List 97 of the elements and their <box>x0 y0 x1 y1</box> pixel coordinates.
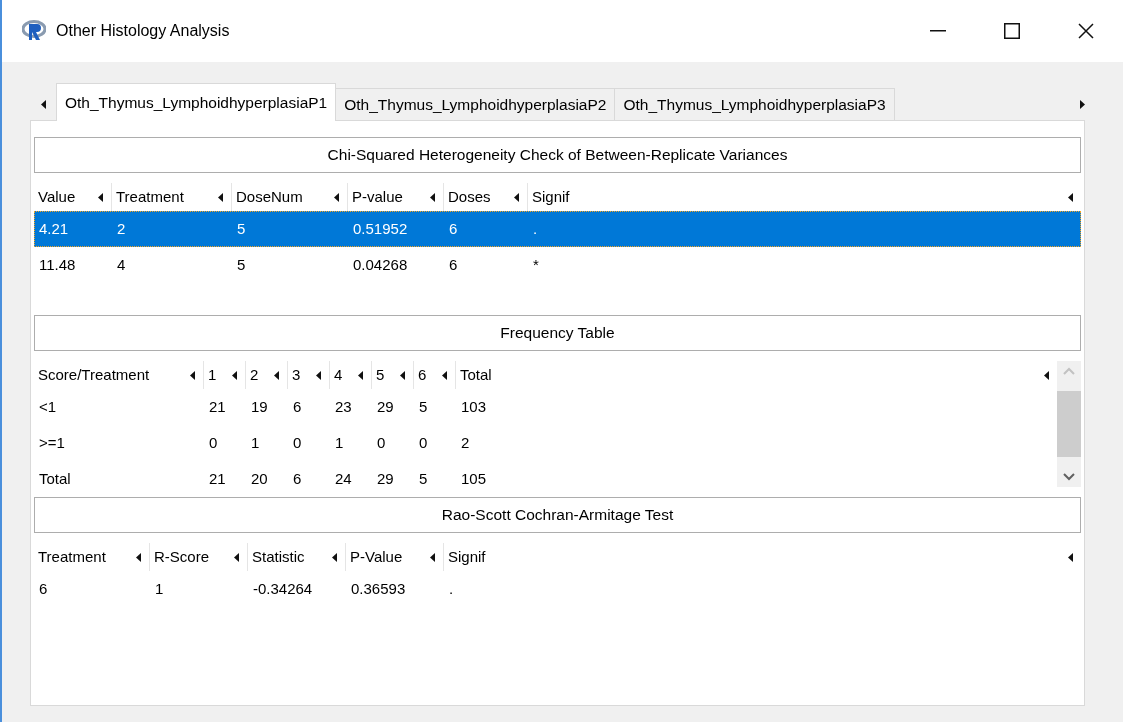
table-cell: 0.04268 <box>353 255 408 273</box>
table-cell: 5 <box>237 255 246 273</box>
table-cell: 4 <box>117 255 126 273</box>
table-cell: 6 <box>449 255 458 273</box>
tab[interactable]: Oth_Thymus_LymphoidhyperplasiaP2 <box>336 88 616 120</box>
caret-right-icon <box>1079 99 1085 109</box>
column-header[interactable]: 2 <box>246 361 288 389</box>
table-cell: 21 <box>209 469 226 487</box>
sort-arrow-icon <box>98 192 103 202</box>
table-row[interactable]: Total 21 20 6 24 29 5 105 <box>34 461 1057 497</box>
table-cell: 0.36593 <box>351 579 406 597</box>
table-cell: 0 <box>377 433 386 451</box>
column-header[interactable]: Statistic <box>248 543 346 571</box>
r-logo-icon <box>22 20 46 42</box>
table-row[interactable]: 6 1 -0.34264 0.36593 . <box>34 571 1081 607</box>
scrollbar[interactable] <box>1057 361 1081 487</box>
table-cell: 19 <box>251 397 268 415</box>
table-cell: 0 <box>419 433 428 451</box>
scroll-down-icon[interactable] <box>1063 473 1075 481</box>
column-header[interactable]: 4 <box>330 361 372 389</box>
sort-arrow-icon <box>1044 370 1049 380</box>
table-cell: 24 <box>335 469 352 487</box>
table-cell: 6 <box>293 469 302 487</box>
sort-arrow-icon <box>136 552 141 562</box>
table-row[interactable]: 11.48 4 5 0.04268 6 * <box>34 247 1081 283</box>
table-cell: * <box>533 255 539 273</box>
table-row[interactable]: >=1 0 1 0 1 0 0 2 <box>34 425 1057 461</box>
table-cell: 0 <box>209 433 218 451</box>
sort-arrow-icon <box>274 370 279 380</box>
sort-arrow-icon <box>190 370 195 380</box>
table-cell: 1 <box>251 433 260 451</box>
maximize-icon <box>1004 23 1020 39</box>
section-title: Chi-Squared Heterogeneity Check of Between-Replicate Variances <box>34 137 1081 173</box>
table-cell: 29 <box>377 397 394 415</box>
section-title: Frequency Table <box>34 315 1081 351</box>
sort-arrow-icon <box>430 192 435 202</box>
sort-arrow-icon <box>1068 192 1073 202</box>
table-cell: 105 <box>461 469 487 487</box>
tab[interactable]: Oth_Thymus_LymphoidhyperplasiaP3 <box>615 88 895 120</box>
table-cell: Total <box>39 469 71 487</box>
sort-arrow-icon <box>232 370 237 380</box>
sort-arrow-icon <box>234 552 239 562</box>
table-row[interactable]: 4.21 2 5 0.51952 6 . <box>34 211 1081 247</box>
column-header[interactable]: 6 <box>414 361 456 389</box>
scrollbar-thumb[interactable] <box>1057 391 1081 457</box>
sort-arrow-icon <box>316 370 321 380</box>
window-title: Other Histology Analysis <box>56 21 230 41</box>
column-header[interactable]: Score/Treatment <box>34 361 204 389</box>
column-header[interactable]: 5 <box>372 361 414 389</box>
column-header[interactable]: Treatment <box>34 543 150 571</box>
tab[interactable]: Oth_Thymus_LymphoidhyperplasiaP1 <box>56 83 337 121</box>
table-cell: 6 <box>449 219 458 237</box>
sort-arrow-icon <box>218 192 223 202</box>
table-cell: 11.48 <box>39 255 76 273</box>
table-cell: 2 <box>461 433 470 451</box>
table-cell: 5 <box>419 397 428 415</box>
scroll-up-icon[interactable] <box>1063 367 1075 375</box>
table-cell: 0 <box>293 433 302 451</box>
table-cell: 29 <box>377 469 394 487</box>
sort-arrow-icon <box>400 370 405 380</box>
table-cell: 1 <box>335 433 344 451</box>
table-cell: 2 <box>117 219 126 237</box>
column-header[interactable]: P-Value <box>346 543 444 571</box>
sort-arrow-icon <box>358 370 363 380</box>
sort-arrow-icon <box>332 552 337 562</box>
column-header[interactable]: Total <box>456 361 1057 389</box>
close-icon <box>1078 23 1094 39</box>
sort-arrow-icon <box>1068 552 1073 562</box>
table-cell: 5 <box>419 469 428 487</box>
table-cell: 1 <box>155 579 164 597</box>
table-row[interactable]: <1 21 19 6 23 29 5 103 <box>34 389 1057 425</box>
table-cell: . <box>449 579 454 597</box>
section-title: Rao-Scott Cochran-Armitage Test <box>34 497 1081 533</box>
minimize-icon <box>930 30 946 32</box>
table-cell: 20 <box>251 469 268 487</box>
column-header[interactable]: 1 <box>204 361 246 389</box>
column-header[interactable]: Signif <box>444 543 1081 571</box>
table-cell: 4.21 <box>39 219 69 237</box>
table-cell: 6 <box>293 397 302 415</box>
caret-left-icon <box>40 99 46 109</box>
table-cell: 23 <box>335 397 352 415</box>
table-cell: . <box>533 219 538 237</box>
table-cell: <1 <box>39 397 57 415</box>
table-cell: -0.34264 <box>253 579 313 597</box>
column-header[interactable]: 3 <box>288 361 330 389</box>
sort-arrow-icon <box>334 192 339 202</box>
table-cell: 103 <box>461 397 487 415</box>
sort-arrow-icon <box>430 552 435 562</box>
sort-arrow-icon <box>442 370 447 380</box>
table-cell: 5 <box>237 219 246 237</box>
table-cell: 0.51952 <box>353 219 408 237</box>
column-header[interactable]: R-Score <box>150 543 248 571</box>
sort-arrow-icon <box>514 192 519 202</box>
table-cell: 6 <box>39 579 48 597</box>
table-cell: 21 <box>209 397 226 415</box>
column-header[interactable]: Signif <box>528 183 1081 211</box>
table-cell: >=1 <box>39 433 65 451</box>
